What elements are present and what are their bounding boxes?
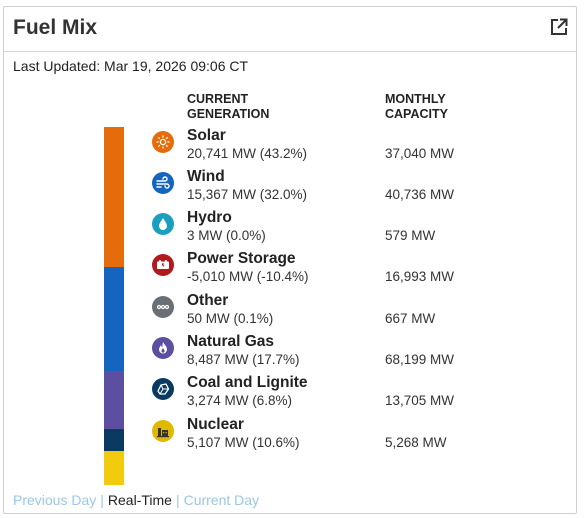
fuel-name: Solar	[187, 127, 226, 144]
fuel-row-coal-and-lignite: Coal and Lignite 3,274 MW (6.8%) 13,705 MW	[4, 374, 578, 415]
water-drop-icon	[152, 213, 174, 235]
sun-icon	[152, 131, 174, 153]
fuel-row-other: Other 50 MW (0.1%) 667 MW	[4, 292, 578, 333]
separator: |	[175, 492, 180, 508]
external-link-icon[interactable]	[550, 18, 568, 36]
battery-icon	[152, 254, 174, 276]
fuel-mix-card: Fuel Mix Last Updated: Mar 19, 2026 09:0…	[3, 6, 577, 514]
fuel-current-generation: 50 MW (0.1%)	[187, 311, 274, 326]
fuel-name: Wind	[187, 168, 225, 185]
column-header-monthly-capacity: MONTHLY CAPACITY	[385, 92, 448, 121]
previous-day-link[interactable]: Previous Day	[13, 492, 96, 508]
real-time-label: Real-Time	[107, 492, 172, 508]
fuel-row-natural-gas: Natural Gas 8,487 MW (17.7%) 68,199 MW	[4, 333, 578, 374]
fuel-monthly-capacity: 667 MW	[385, 311, 436, 326]
fuel-name: Nuclear	[187, 416, 244, 433]
fuel-current-generation: 20,741 MW (43.2%)	[187, 146, 308, 161]
fuel-row-nuclear: Nuclear 5,107 MW (10.6%) 5,268 MW	[4, 416, 578, 457]
fuel-monthly-capacity: 68,199 MW	[385, 352, 455, 367]
fuel-current-generation: 8,487 MW (17.7%)	[187, 352, 300, 367]
fuel-row-wind: Wind 15,367 MW (32.0%) 40,736 MW	[4, 168, 578, 209]
column-header-current-generation: CURRENT GENERATION	[187, 92, 270, 121]
fuel-monthly-capacity: 579 MW	[385, 228, 436, 243]
fuel-monthly-capacity: 16,993 MW	[385, 269, 455, 284]
nuclear-plant-icon	[152, 420, 174, 442]
fuel-current-generation: 3 MW (0.0%)	[187, 228, 266, 243]
last-updated: Last Updated: Mar 19, 2026 09:06 CT	[13, 58, 249, 74]
fuel-monthly-capacity: 5,268 MW	[385, 435, 447, 450]
fuel-current-generation: 3,274 MW (6.8%)	[187, 393, 293, 408]
separator: |	[100, 492, 104, 508]
card-title: Fuel Mix	[13, 16, 98, 39]
card-header: Fuel Mix	[4, 7, 576, 52]
more-dots-icon	[152, 296, 174, 318]
time-range-nav: Previous Day | Real-Time | Current Day	[13, 492, 259, 508]
fuel-name: Natural Gas	[187, 333, 275, 350]
fuel-current-generation: 5,107 MW (10.6%)	[187, 435, 300, 450]
fuel-name: Coal and Lignite	[187, 374, 308, 391]
fuel-monthly-capacity: 13,705 MW	[385, 393, 455, 408]
fuel-name: Power Storage	[187, 250, 296, 267]
fuel-row-power-storage: Power Storage -5,010 MW (-10.4%) 16,993 MW	[4, 250, 578, 291]
coal-icon	[152, 378, 174, 400]
fuel-current-generation: -5,010 MW (-10.4%)	[187, 269, 309, 284]
fuel-current-generation: 15,367 MW (32.0%)	[187, 187, 308, 202]
wind-icon	[152, 172, 174, 194]
fuel-monthly-capacity: 40,736 MW	[385, 187, 455, 202]
fuel-monthly-capacity: 37,040 MW	[385, 146, 455, 161]
fuel-row-hydro: Hydro 3 MW (0.0%) 579 MW	[4, 209, 578, 250]
fuel-name: Other	[187, 292, 229, 309]
current-day-link[interactable]: Current Day	[184, 492, 259, 508]
fuel-row-solar: Solar 20,741 MW (43.2%) 37,040 MW	[4, 127, 578, 168]
flame-icon	[152, 337, 174, 359]
fuel-name: Hydro	[187, 209, 232, 226]
